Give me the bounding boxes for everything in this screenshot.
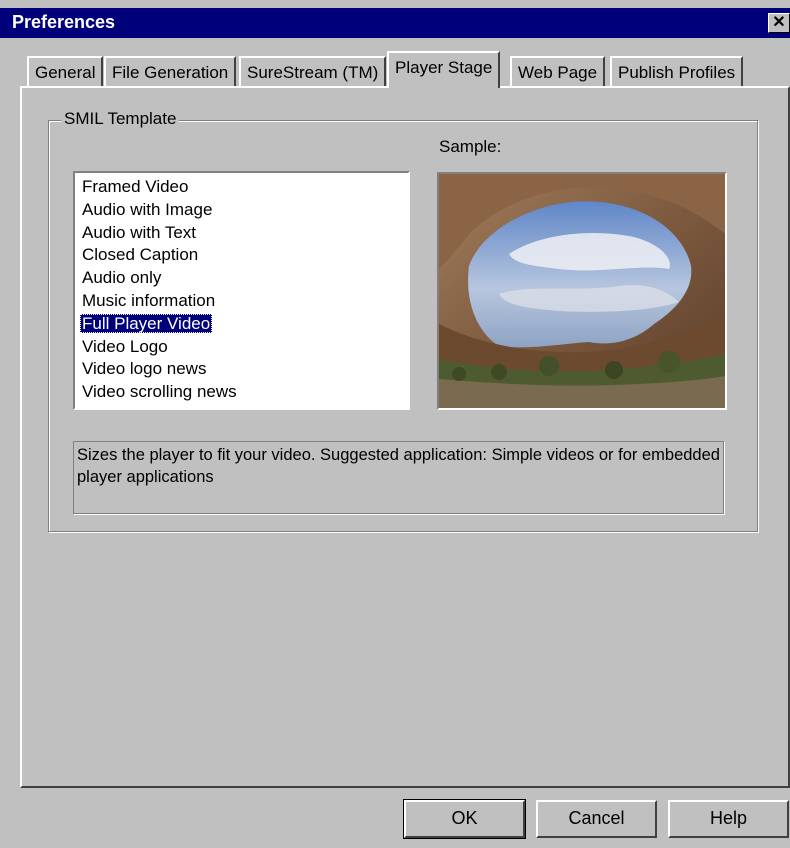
close-icon: ✕ [772, 14, 786, 31]
list-item[interactable]: Video scrolling news [80, 381, 408, 404]
template-description: Sizes the player to fit your video. Sugg… [73, 441, 724, 514]
smil-template-label: SMIL Template [61, 109, 180, 129]
sample-preview-image [437, 172, 727, 410]
smil-template-group: SMIL Template Sample: Framed Video Audio… [48, 109, 758, 532]
player-stage-panel: SMIL Template Sample: Framed Video Audio… [20, 86, 790, 788]
list-item[interactable]: Music information [80, 290, 408, 313]
window-title: Preferences [12, 12, 116, 32]
ok-button[interactable]: OK [403, 799, 526, 839]
tab-surestream[interactable]: SureStream (TM) [239, 56, 387, 86]
tab-publish-profiles[interactable]: Publish Profiles [610, 56, 744, 86]
tab-file-generation[interactable]: File Generation [104, 56, 237, 86]
list-item[interactable]: Audio with Image [80, 199, 408, 222]
list-item[interactable]: Audio with Text [80, 222, 408, 245]
smil-template-list[interactable]: Framed Video Audio with Image Audio with… [73, 171, 410, 410]
cancel-button[interactable]: Cancel [536, 800, 657, 838]
list-item[interactable]: Framed Video [80, 176, 408, 199]
list-item-selected[interactable]: Full Player Video [80, 313, 408, 336]
list-item[interactable]: Audio only [80, 267, 408, 290]
tab-player-stage[interactable]: Player Stage [387, 51, 501, 88]
title-bar: Preferences ✕ [0, 8, 790, 38]
tab-general[interactable]: General [27, 56, 104, 86]
list-item[interactable]: Video logo news [80, 358, 408, 381]
list-item[interactable]: Video Logo [80, 336, 408, 359]
help-button[interactable]: Help [668, 800, 789, 838]
sample-label: Sample: [439, 137, 502, 156]
tab-web-page[interactable]: Web Page [510, 56, 606, 86]
close-button[interactable]: ✕ [768, 13, 790, 33]
list-item[interactable]: Closed Caption [80, 244, 408, 267]
